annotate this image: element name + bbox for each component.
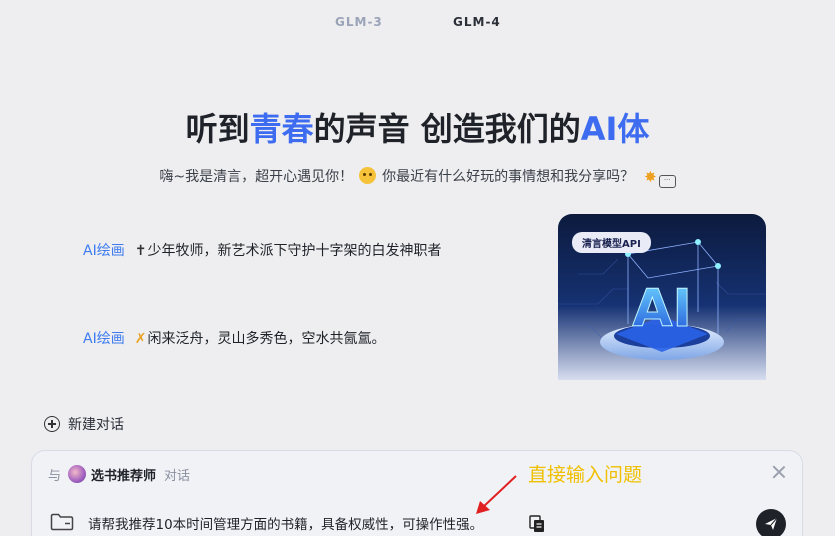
hero-subtitle: 嗨~我是清言，超开心遇见你！ 你最近有什么好玩的事情想和我分享吗？ ✸ ··· (0, 166, 835, 188)
annotation-label: 直接输入问题 (528, 464, 643, 486)
send-button[interactable] (756, 509, 786, 536)
page: GLM-3 GLM-4 听到青春的声音 创造我们的AI体 嗨~我是清言，超开心遇… (0, 0, 835, 536)
suggestion-text: 闲来泛舟，灵山多秀色，空水共氤氲。 (147, 331, 386, 347)
folder-upload-icon[interactable] (50, 513, 74, 531)
sparkle-emoji-icon: ✸ (644, 168, 657, 186)
hero-subtitle-part1: 嗨~我是清言，超开心遇见你！ (159, 169, 354, 185)
ai-card-badge: 清言模型API (572, 232, 651, 253)
paste-icon[interactable] (529, 515, 545, 533)
annotation-arrow-icon (476, 475, 517, 514)
chat-input-panel: 与 选书推荐师 对话 (31, 450, 803, 536)
agent-name: 选书推荐师 (91, 468, 157, 484)
hero-subtitle-part2: 你最近有什么好玩的事情想和我分享吗？ (382, 169, 635, 185)
paintbrush-emoji-icon: ✗ (134, 331, 147, 347)
model-tabs: GLM-3 GLM-4 (0, 15, 835, 33)
new-chat-label: 新建对话 (68, 417, 124, 433)
agent-avatar (68, 465, 87, 483)
plus-circle-icon (44, 416, 60, 432)
suggestion-text: 少年牧师，新艺术派下守护十字架的白发神职者 (147, 243, 442, 259)
new-chat-button[interactable]: 新建对话 (44, 414, 124, 434)
query-input[interactable] (88, 511, 708, 535)
hero-title-part1: 听到 (185, 110, 250, 148)
paper-plane-icon (765, 517, 778, 530)
ai-api-promo-card[interactable]: AI 清言模型API (558, 214, 766, 380)
suggestion-tag: AI绘画 (83, 331, 125, 347)
suggestion-1[interactable]: AI绘画 ✝少年牧师，新艺术派下守护十字架的白发神职者 (83, 240, 441, 260)
cross-emoji-icon: ✝ (134, 243, 147, 259)
suggestion-2[interactable]: AI绘画 ✗闲来泛舟，灵山多秀色，空水共氤氲。 (83, 328, 385, 348)
hero-title-accent2: AI体 (580, 110, 650, 148)
chat-label: 对话 (164, 468, 191, 484)
tab-glm-3[interactable]: GLM-3 (335, 15, 383, 29)
cat-emoji-icon (359, 167, 377, 184)
close-icon[interactable] (772, 465, 786, 479)
hero-title: 听到青春的声音 创造我们的AI体 (0, 104, 835, 150)
with-label: 与 (48, 468, 62, 484)
ai-card-big-text: AI (632, 279, 692, 339)
hero-title-part2: 的声音 创造我们的 (313, 110, 581, 148)
agent-selector[interactable]: 与 选书推荐师 对话 (48, 463, 190, 485)
suggestion-tag: AI绘画 (83, 243, 125, 259)
tab-glm-4[interactable]: GLM-4 (453, 15, 501, 29)
hero-title-accent1: 青春 (249, 110, 314, 148)
speech-bubble-icon: ··· (658, 175, 676, 188)
